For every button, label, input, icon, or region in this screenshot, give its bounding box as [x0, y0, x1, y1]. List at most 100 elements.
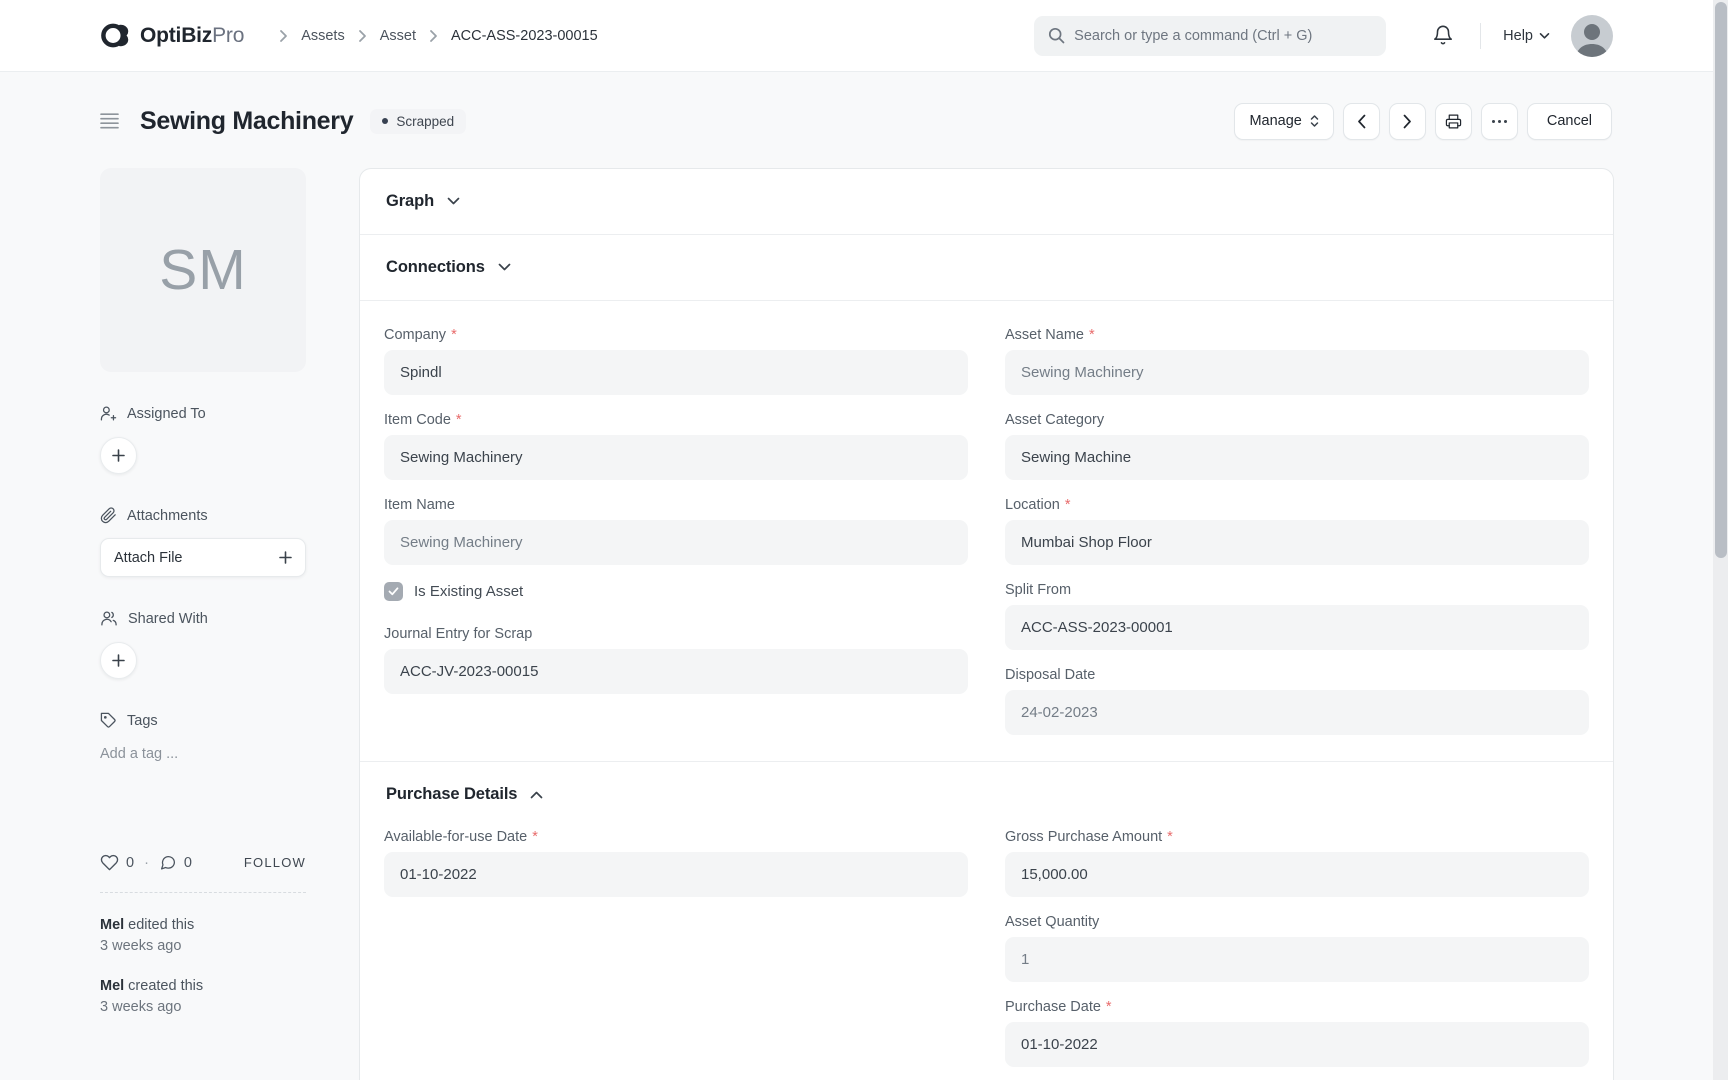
attachments-section: Attachments [100, 507, 306, 524]
record-initials: SM [159, 237, 247, 303]
field-purchase-date: Purchase Date* 01-10-2022 [1005, 999, 1589, 1067]
search-icon [1048, 27, 1065, 44]
breadcrumb: Assets Asset ACC-ASS-2023-00015 [266, 28, 597, 44]
like-count[interactable]: 0 [126, 855, 134, 871]
field-journal-entry-for-scrap: Journal Entry for Scrap ACC-JV-2023-0001… [384, 626, 968, 694]
field-item-name: Item Name Sewing Machinery [384, 497, 968, 565]
checkbox-checked-icon[interactable] [384, 582, 403, 601]
item-code-input[interactable]: Sewing Machinery [384, 435, 968, 480]
tags-section: Tags [100, 712, 306, 729]
chevron-right-icon [1403, 114, 1412, 129]
location-input[interactable]: Mumbai Shop Floor [1005, 520, 1589, 565]
people-icon [100, 610, 118, 627]
follow-button[interactable]: FOLLOW [244, 855, 306, 870]
section-graph[interactable]: Graph [360, 169, 1613, 234]
plus-icon [112, 654, 125, 667]
tag-icon [100, 712, 117, 729]
comment-count[interactable]: 0 [184, 855, 192, 871]
disposal-date-input[interactable]: 24-02-2023 [1005, 690, 1589, 735]
sidebar-toggle-icon[interactable] [100, 113, 119, 129]
assigned-to-section: Assigned To [100, 405, 306, 422]
chevron-right-icon [429, 29, 438, 43]
required-asterisk: * [1089, 327, 1095, 343]
help-menu[interactable]: Help [1503, 28, 1550, 44]
paperclip-icon [100, 507, 117, 524]
chevron-right-icon [358, 29, 367, 43]
activity-entry: Melcreated this 3 weeks ago [100, 976, 306, 1018]
header-actions: Manage Cancel [1234, 103, 1612, 140]
scrollbar-track[interactable] [1713, 0, 1728, 1080]
split-from-input[interactable]: ACC-ASS-2023-00001 [1005, 605, 1589, 650]
add-share-button[interactable] [100, 642, 137, 679]
asset-category-input[interactable]: Sewing Machine [1005, 435, 1589, 480]
chevron-down-icon [447, 197, 460, 206]
field-gross-purchase-amount: Gross Purchase Amount* 15,000.00 [1005, 829, 1589, 897]
field-asset-category: Asset Category Sewing Machine [1005, 412, 1589, 480]
search-input[interactable] [1074, 28, 1372, 44]
comment-icon[interactable] [159, 854, 177, 871]
add-tag-input[interactable]: Add a tag ... [100, 746, 306, 762]
previous-record-button[interactable] [1343, 103, 1380, 140]
page-header: Sewing Machinery Scrapped Manage Cancel [100, 102, 1612, 140]
record-sidebar: SM Assigned To Attachments Attach File S… [100, 168, 306, 1037]
purchase-details-section: Purchase Details Available-for-use Date*… [360, 761, 1613, 1080]
required-asterisk: * [451, 327, 457, 343]
attach-file-button[interactable]: Attach File [100, 538, 306, 577]
assign-user-icon [100, 405, 117, 422]
more-menu-button[interactable] [1481, 103, 1518, 140]
nav-right-group: Help [1034, 15, 1613, 57]
select-chevrons-icon [1310, 114, 1319, 128]
connections-fields: Company* Spindl Item Code* Sewing Machin… [360, 301, 1613, 761]
chevron-left-icon [1357, 114, 1366, 129]
required-asterisk: * [532, 829, 538, 845]
breadcrumb-asset[interactable]: Asset [380, 28, 416, 44]
field-location: Location* Mumbai Shop Floor [1005, 497, 1589, 565]
chevron-up-icon [530, 790, 543, 799]
field-item-code: Item Code* Sewing Machinery [384, 412, 968, 480]
field-company: Company* Spindl [384, 327, 968, 395]
user-avatar[interactable] [1571, 15, 1613, 57]
brand-icon [100, 20, 131, 51]
record-image-placeholder[interactable]: SM [100, 168, 306, 372]
asset-quantity-input[interactable]: 1 [1005, 937, 1589, 982]
like-heart-icon[interactable] [100, 854, 119, 871]
company-input[interactable]: Spindl [384, 350, 968, 395]
printer-icon [1445, 113, 1462, 130]
field-available-for-use-date: Available-for-use Date* 01-10-2022 [384, 829, 968, 897]
section-purchase-details[interactable]: Purchase Details [360, 762, 1613, 827]
asset-name-input[interactable]: Sewing Machinery [1005, 350, 1589, 395]
breadcrumb-current-record[interactable]: ACC-ASS-2023-00015 [451, 28, 598, 44]
notifications-bell-icon[interactable] [1432, 24, 1454, 47]
print-button[interactable] [1435, 103, 1472, 140]
chevron-right-icon [279, 29, 288, 43]
activity-entry: Meledited this 3 weeks ago [100, 915, 306, 957]
scrollbar-thumb[interactable] [1715, 2, 1727, 558]
required-asterisk: * [1106, 999, 1112, 1015]
cancel-button[interactable]: Cancel [1527, 103, 1612, 140]
field-asset-quantity: Asset Quantity 1 [1005, 914, 1589, 982]
field-split-from: Split From ACC-ASS-2023-00001 [1005, 582, 1589, 650]
gross-purchase-amount-input[interactable]: 15,000.00 [1005, 852, 1589, 897]
global-search[interactable] [1034, 16, 1386, 56]
journal-entry-input[interactable]: ACC-JV-2023-00015 [384, 649, 968, 694]
page-title: Sewing Machinery [140, 107, 353, 136]
field-disposal-date: Disposal Date 24-02-2023 [1005, 667, 1589, 735]
breadcrumb-assets[interactable]: Assets [301, 28, 345, 44]
required-asterisk: * [456, 412, 462, 428]
chevron-down-icon [498, 263, 511, 272]
required-asterisk: * [1167, 829, 1173, 845]
plus-icon [279, 551, 292, 564]
top-navbar: OptiBizPro Assets Asset ACC-ASS-2023-000… [0, 0, 1728, 72]
manage-button[interactable]: Manage [1234, 103, 1333, 140]
add-assignment-button[interactable] [100, 437, 137, 474]
field-is-existing-asset[interactable]: Is Existing Asset [384, 582, 968, 601]
next-record-button[interactable] [1389, 103, 1426, 140]
item-name-input[interactable]: Sewing Machinery [384, 520, 968, 565]
section-connections[interactable]: Connections [360, 235, 1613, 300]
available-for-use-date-input[interactable]: 01-10-2022 [384, 852, 968, 897]
required-asterisk: * [1065, 497, 1071, 513]
app-logo[interactable]: OptiBizPro [100, 20, 244, 51]
chevron-down-icon [1539, 32, 1550, 40]
purchase-date-input[interactable]: 01-10-2022 [1005, 1022, 1589, 1067]
brand-name: OptiBizPro [140, 24, 244, 48]
